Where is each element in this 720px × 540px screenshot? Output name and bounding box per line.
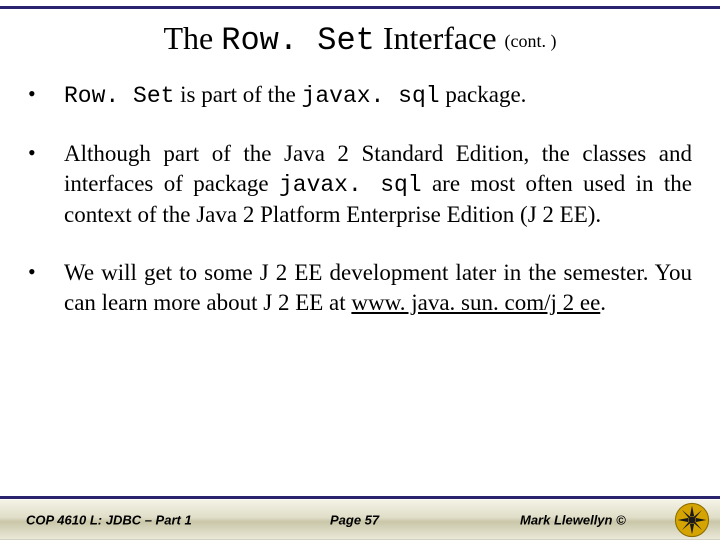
footer-course: COP 4610 L: JDBC – Part 1: [26, 512, 192, 527]
b1-t4: package.: [440, 82, 527, 107]
b3-link[interactable]: www. java. sun. com/j 2 ee: [351, 290, 600, 315]
b1-mono1: Row. Set: [64, 83, 174, 109]
title-pre: The: [163, 20, 221, 56]
b2-mono: javax. sql: [279, 172, 422, 198]
bullet-dot-icon: •: [28, 258, 34, 286]
bullet-dot-icon: •: [28, 80, 34, 108]
content-area: • Row. Set is part of the javax. sql pac…: [28, 80, 692, 346]
b1-t2: is part of the: [174, 82, 301, 107]
bullet-text: We will get to some J 2 EE development l…: [64, 258, 692, 318]
top-rule: [0, 6, 720, 9]
bullet-text: Although part of the Java 2 Standard Edi…: [64, 139, 692, 230]
bullet-text: Row. Set is part of the javax. sql packa…: [64, 80, 692, 111]
footer-author: Mark Llewellyn ©: [520, 512, 626, 527]
footer-page: Page 57: [330, 512, 379, 527]
footer-bar: COP 4610 L: JDBC – Part 1 Page 57 Mark L…: [0, 499, 720, 540]
title-cont: (cont. ): [505, 31, 557, 51]
list-item: • Row. Set is part of the javax. sql pac…: [28, 80, 692, 111]
footer: COP 4610 L: JDBC – Part 1 Page 57 Mark L…: [0, 496, 720, 540]
title-mono: Row. Set: [221, 22, 375, 59]
list-item: • Although part of the Java 2 Standard E…: [28, 139, 692, 230]
bullet-dot-icon: •: [28, 139, 34, 167]
ucf-logo-icon: [674, 502, 710, 538]
b1-mono2: javax. sql: [302, 83, 440, 109]
slide: The Row. Set Interface (cont. ) • Row. S…: [0, 0, 720, 540]
b3-t2: .: [600, 290, 606, 315]
list-item: • We will get to some J 2 EE development…: [28, 258, 692, 318]
slide-title: The Row. Set Interface (cont. ): [0, 20, 720, 59]
title-post: Interface: [375, 20, 505, 56]
